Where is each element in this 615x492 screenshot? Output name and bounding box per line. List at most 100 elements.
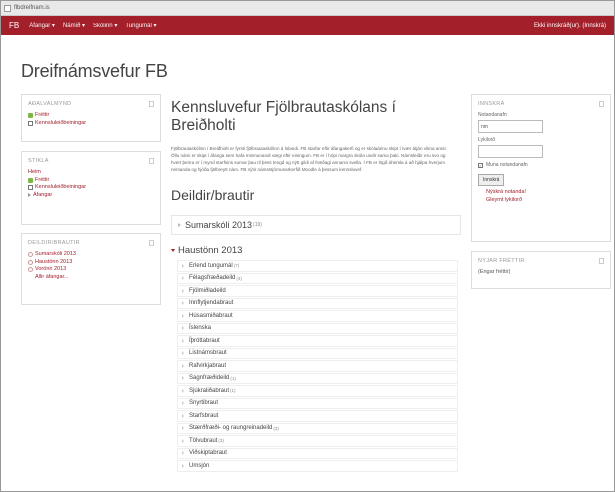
block-control-icon[interactable] bbox=[149, 158, 154, 164]
page-icon bbox=[28, 120, 33, 126]
collapsed-arrow-icon bbox=[182, 401, 184, 406]
subcategory-row[interactable]: Íþróttabraut bbox=[177, 335, 458, 347]
category-spring-2013[interactable]: Vorönn 2013 bbox=[28, 266, 154, 274]
block-control-icon[interactable] bbox=[599, 101, 604, 107]
block-login: INNSKRÁ Notandanafn nm Lykilorð ✓ Muna no… bbox=[471, 94, 611, 242]
menu-study[interactable]: Námið ▾ bbox=[63, 22, 85, 29]
subcategory-row[interactable]: Sagnfræðideild (1) bbox=[177, 372, 458, 384]
forgot-password-link[interactable]: Gleymt lykilorð bbox=[486, 197, 604, 205]
collapsed-arrow-icon bbox=[182, 451, 184, 456]
subcategory-row[interactable]: Snyrtibraut bbox=[177, 397, 458, 409]
category-icon bbox=[28, 259, 33, 265]
subcategory-row[interactable]: Fjölmiðladeild bbox=[177, 285, 458, 297]
login-button[interactable]: Innskrá bbox=[478, 174, 505, 186]
username-input[interactable]: nm bbox=[478, 120, 543, 133]
checkbox-check-icon: ✓ bbox=[478, 162, 483, 168]
password-label: Lykilorð bbox=[478, 137, 496, 143]
block-navigation: STIKLA Heim Fréttir Kennsluleiðbeiningar… bbox=[21, 151, 161, 225]
subcategory-list: Erlend tungumál (7) Félagsfræðadeild (4) Fjö… bbox=[171, 260, 461, 472]
brand-logo[interactable]: FB bbox=[9, 21, 19, 30]
subcategory-row[interactable]: Húsasmiðabraut bbox=[177, 310, 458, 322]
collapsed-arrow-icon bbox=[182, 288, 184, 293]
page-icon bbox=[28, 185, 33, 191]
block-control-icon[interactable] bbox=[599, 258, 604, 264]
browser-tab-title[interactable]: flbdreifnam.is bbox=[14, 5, 50, 11]
subcategory-row[interactable]: Starfsbraut bbox=[177, 410, 458, 422]
subcategory-row[interactable]: Félagsfræðadeild (4) bbox=[177, 272, 458, 284]
nav-item-home[interactable]: Heim bbox=[28, 169, 154, 177]
main-content: Kennsluvefur Fjölbrautaskólans í Breiðho… bbox=[171, 99, 461, 473]
collapsed-arrow-icon bbox=[182, 363, 184, 368]
block-title: AÐALVALMYND bbox=[28, 101, 72, 107]
subcategory-name: Húsasmiðabraut bbox=[189, 312, 233, 319]
collapsed-arrow-icon bbox=[182, 301, 184, 306]
username-label: Notandanafn bbox=[478, 112, 507, 118]
subcategory-name: Snyrtibraut bbox=[189, 400, 219, 407]
subcategory-row[interactable]: Erlend tungumál (7) bbox=[177, 260, 458, 272]
subcategory-row[interactable]: Íslenska bbox=[177, 322, 458, 334]
subcategory-count: (1) bbox=[230, 388, 236, 394]
new-account-link[interactable]: Nýskrá notanda! bbox=[486, 189, 604, 197]
menu-courses[interactable]: Áfangar ▾ bbox=[29, 22, 55, 29]
remember-username-checkbox[interactable]: ✓ Muna notandanafn bbox=[478, 162, 604, 168]
collapsed-arrow-icon bbox=[182, 338, 184, 343]
page-icon bbox=[4, 4, 11, 12]
nav-item-courses[interactable]: Áfangar bbox=[28, 192, 154, 200]
main-menu-item-news[interactable]: Fréttir bbox=[28, 112, 154, 120]
subcategory-name: Innflytjendabraut bbox=[189, 300, 234, 307]
collapsed-arrow-icon bbox=[182, 263, 184, 268]
category-autumn-2013[interactable]: Haustönn 2013 bbox=[28, 259, 154, 267]
top-navbar: FB Áfangar ▾ Námið ▾ Skólinn ▾ Tungumál … bbox=[1, 16, 614, 35]
subcategory-name: Sagnfræðideild bbox=[189, 375, 230, 382]
subcategory-name: Tölvubraut bbox=[189, 437, 218, 444]
collapsed-arrow-icon bbox=[182, 351, 184, 356]
category-autumn[interactable]: Haustönn 2013 bbox=[171, 245, 461, 256]
main-menu-item-guide[interactable]: Kennsluleiðbeiningar bbox=[28, 120, 154, 128]
nav-item-news[interactable]: Fréttir bbox=[28, 177, 154, 185]
subcategory-name: Viðskiptabraut bbox=[189, 450, 227, 457]
collapsed-arrow-icon bbox=[178, 223, 181, 227]
subcategory-name: Fjölmiðladeild bbox=[189, 287, 226, 294]
category-icon bbox=[28, 252, 33, 258]
block-categories: DEILDIR/BRAUTIR Sumarskóli 2013 Haustönn… bbox=[21, 233, 161, 305]
subcategory-count: (3) bbox=[218, 438, 224, 444]
subcategory-row[interactable]: Innflytjendabraut bbox=[177, 297, 458, 309]
subcategory-row[interactable]: Sjúkraliðabraut (1) bbox=[177, 385, 458, 397]
subcategory-row[interactable]: Listnámsbraut bbox=[177, 347, 458, 359]
block-title: NÝJAR FRÉTTIR bbox=[478, 258, 525, 264]
subcategory-row[interactable]: Viðskiptabraut bbox=[177, 447, 458, 459]
subcategory-name: Starfsbraut bbox=[189, 412, 219, 419]
subcategory-row[interactable]: Rafvirkjabraut bbox=[177, 360, 458, 372]
section-title: Deildir/brautir bbox=[171, 187, 255, 203]
subcategory-row[interactable]: Stærðfræði- og raungreinadeild (3) bbox=[177, 422, 458, 434]
all-courses-link[interactable]: Allir áfangar... bbox=[35, 274, 154, 282]
subcategory-count: (1) bbox=[230, 375, 236, 381]
subcategory-name: Sjúkraliðabraut bbox=[189, 387, 230, 394]
no-news-text: (Engar fréttir) bbox=[478, 269, 511, 275]
subcategory-count: (7) bbox=[233, 263, 240, 269]
block-title: DEILDIR/BRAUTIR bbox=[28, 240, 80, 246]
subcategory-row[interactable]: Tölvubraut (3) bbox=[177, 435, 458, 447]
menu-school[interactable]: Skólinn ▾ bbox=[93, 22, 117, 29]
subcategory-name: Umsjón bbox=[189, 462, 210, 469]
collapsed-arrow-icon bbox=[182, 313, 184, 318]
password-input[interactable] bbox=[478, 145, 543, 158]
subcategory-name: Félagsfræðadeild bbox=[189, 275, 236, 282]
collapsed-arrow-icon bbox=[182, 438, 184, 443]
collapsed-arrow-icon bbox=[182, 463, 184, 468]
block-control-icon[interactable] bbox=[149, 101, 154, 107]
forum-icon bbox=[28, 177, 33, 183]
menu-language[interactable]: Tungumál ▾ bbox=[125, 22, 156, 29]
nav-item-guide[interactable]: Kennsluleiðbeiningar bbox=[28, 184, 154, 192]
block-control-icon[interactable] bbox=[149, 240, 154, 246]
category-summer-2013[interactable]: Sumarskóli 2013 bbox=[28, 251, 154, 259]
subcategory-name: Stærðfræði- og raungreinadeild bbox=[189, 425, 273, 432]
login-status-link[interactable]: Ekki innskráð(ur). (Innskrá) bbox=[534, 23, 606, 29]
forum-icon bbox=[28, 113, 33, 119]
collapsed-arrow-icon bbox=[182, 388, 184, 393]
subcategory-count: (4) bbox=[236, 275, 242, 281]
block-title: INNSKRÁ bbox=[478, 101, 505, 107]
page-heading: Kennsluvefur Fjölbrautaskólans í Breiðho… bbox=[171, 99, 396, 134]
category-summer[interactable]: Sumarskóli 2013 (19) bbox=[171, 215, 461, 235]
subcategory-row[interactable]: Umsjón bbox=[177, 460, 458, 472]
